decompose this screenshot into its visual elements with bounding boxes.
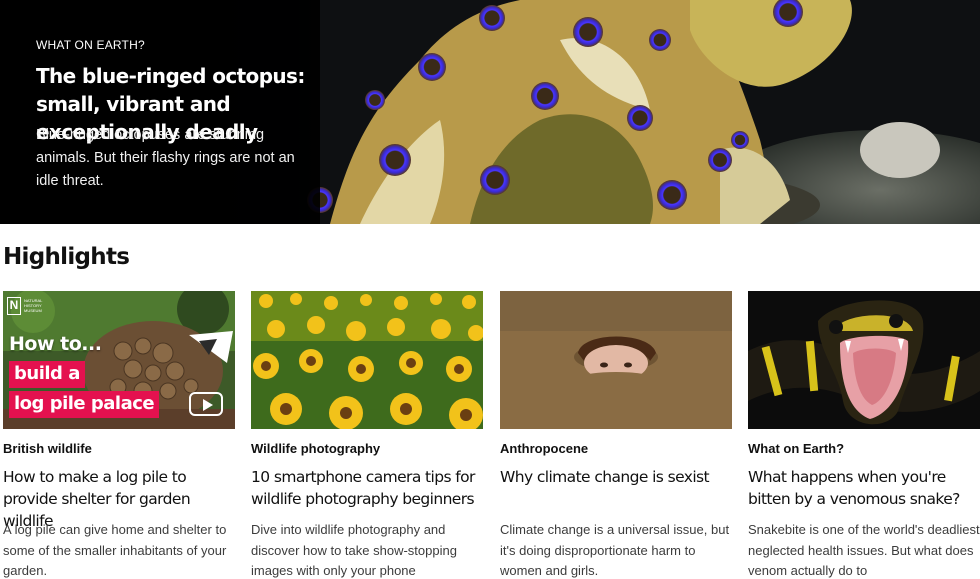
log-pile-thumbnail[interactable]: N NATURAL HISTORY MUSEUM How to... build… bbox=[3, 291, 235, 429]
snake-thumbnail[interactable] bbox=[748, 291, 980, 429]
overlay-log-pile-palace: log pile palace bbox=[9, 391, 160, 418]
card-description: Climate change is a universal issue, but… bbox=[500, 522, 730, 578]
highlight-card-log-pile[interactable]: N NATURAL HISTORY MUSEUM How to... build… bbox=[3, 291, 235, 579]
hero-banner[interactable]: WHAT ON EARTH? The blue-ringed octopus: … bbox=[0, 0, 980, 224]
card-description: A log pile can give home and shelter to … bbox=[3, 522, 227, 578]
card-title[interactable]: What happens when you're bitten by a ven… bbox=[748, 466, 980, 510]
sunflowers-thumbnail[interactable] bbox=[251, 291, 483, 429]
highlight-card-snake-bite[interactable]: What on Earth? What happens when you're … bbox=[748, 291, 980, 579]
nhm-logo-icon: N bbox=[7, 297, 21, 315]
overlay-howto: How to... bbox=[9, 333, 102, 355]
card-title[interactable]: Why climate change is sexist bbox=[500, 466, 740, 488]
highlights-heading: Highlights bbox=[3, 244, 130, 270]
card-category[interactable]: British wildlife bbox=[3, 441, 92, 456]
card-category[interactable]: Anthropocene bbox=[500, 441, 588, 456]
flood-thumbnail[interactable] bbox=[500, 291, 732, 429]
hero-kicker[interactable]: WHAT ON EARTH? bbox=[36, 38, 145, 52]
sunflowers-image bbox=[251, 291, 483, 429]
highlight-card-smartphone-tips[interactable]: Wildlife photography 10 smartphone camer… bbox=[251, 291, 483, 579]
nhm-logo-text: NATURAL HISTORY MUSEUM bbox=[24, 298, 43, 313]
flood-water-image bbox=[500, 291, 732, 429]
card-category[interactable]: What on Earth? bbox=[748, 441, 844, 456]
snake-image bbox=[748, 291, 980, 429]
card-category[interactable]: Wildlife photography bbox=[251, 441, 380, 456]
bunting-flag-icon bbox=[189, 331, 233, 363]
highlight-card-climate-change[interactable]: Anthropocene Why climate change is sexis… bbox=[500, 291, 732, 579]
play-video-icon[interactable] bbox=[189, 392, 223, 416]
hero-description: Blue-ringed octopuses are stunning anima… bbox=[36, 127, 295, 189]
card-title[interactable]: 10 smartphone camera tips for wildlife p… bbox=[251, 466, 491, 510]
card-description: Snakebite is one of the world's deadlies… bbox=[748, 522, 980, 578]
overlay-build-a: build a bbox=[9, 361, 85, 388]
card-description: Dive into wildlife photography and disco… bbox=[251, 522, 457, 578]
